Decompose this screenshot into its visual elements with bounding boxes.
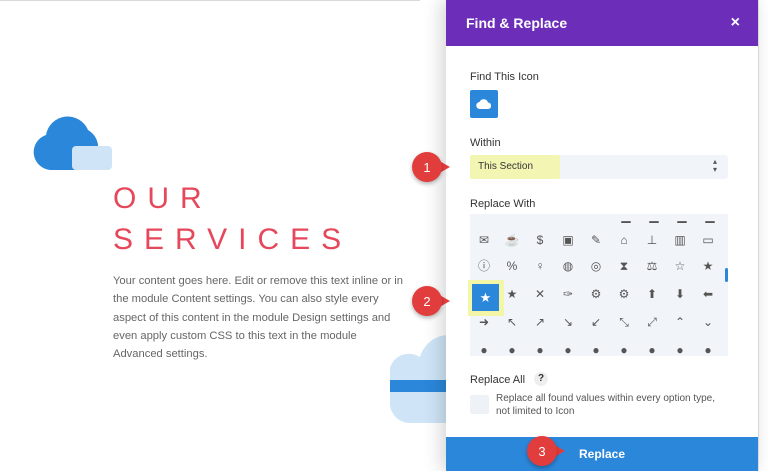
within-label: Within xyxy=(470,137,501,149)
gears-icon[interactable]: ⚙ xyxy=(616,286,632,302)
gear-icon[interactable]: ⚙ xyxy=(588,286,604,302)
icon-grid-row: ★ ✕ ✑ ⚙ ⚙ ⬆ ⬇ ⬅ xyxy=(470,286,728,310)
find-icon-picker[interactable] xyxy=(470,90,498,118)
scales-icon[interactable]: ⚖ xyxy=(644,258,660,274)
chevron-right-circle-icon[interactable]: ● xyxy=(504,342,520,356)
bulb-icon[interactable]: ♀ xyxy=(532,258,548,274)
chevron-down-circle-icon[interactable]: ⌄ xyxy=(700,314,716,330)
partial-icon[interactable]: ▁ xyxy=(702,214,718,224)
callout-number: 3 xyxy=(527,436,557,466)
chevron-left-circle-icon[interactable]: ● xyxy=(476,342,492,356)
tools-icon[interactable]: ✕ xyxy=(532,286,548,302)
chevron-up-left-icon[interactable]: ● xyxy=(532,342,548,356)
star-icon[interactable]: ★ xyxy=(472,284,499,311)
modal-title: Find & Replace xyxy=(466,15,568,31)
dollar-circle-icon[interactable]: $ xyxy=(532,232,548,248)
replace-with-label: Replace With xyxy=(470,198,536,210)
arrow-down-left-circle-icon[interactable]: ↙ xyxy=(588,314,604,330)
target-icon[interactable]: ◎ xyxy=(588,258,604,274)
modal-header: Find & Replace × xyxy=(446,0,758,46)
replace-button-label: Replace xyxy=(578,447,626,461)
hourglass-icon[interactable]: ⧗ xyxy=(616,258,632,274)
arrow-up-right-circle-icon[interactable]: ↗ xyxy=(532,314,548,330)
wrench-icon[interactable]: ✑ xyxy=(560,286,576,302)
within-select-value: This Section xyxy=(478,161,534,172)
icon-grid-row: ✉ ☕ $ ▣ ✎ ⌂ ⊥ ▥ ▭ xyxy=(470,232,728,256)
replace-all-description: Replace all found values within every op… xyxy=(496,393,716,417)
arrow-up-left-circle-icon[interactable]: ↖ xyxy=(504,314,520,330)
chevrons-icon[interactable]: ● xyxy=(588,342,604,356)
replace-all-checkbox[interactable] xyxy=(470,395,489,414)
arrow-left-circle-icon[interactable]: ⬅ xyxy=(700,286,716,302)
find-replace-modal: Find & Replace × Find This Icon Within T… xyxy=(446,0,758,471)
star-outline-icon[interactable]: ☆ xyxy=(672,258,688,274)
chevron-up-right-icon[interactable]: ● xyxy=(560,342,576,356)
icon-grid-scrollbar[interactable] xyxy=(725,268,728,282)
body-text: Your content goes here. Edit or remove t… xyxy=(113,275,403,361)
help-icon[interactable]: ? xyxy=(534,372,548,386)
arrow-up-circle-icon[interactable]: ⬆ xyxy=(644,286,660,302)
briefcase-icon[interactable]: ▭ xyxy=(700,232,716,248)
org-chart-icon[interactable]: ⊥ xyxy=(644,232,660,248)
replace-button[interactable]: Replace xyxy=(446,437,758,471)
partial-icon[interactable]: ▁ xyxy=(618,214,634,224)
icon-grid[interactable]: ▁ ▁ ▁ ▁ ✉ ☕ $ ▣ ✎ ⌂ ⊥ ▥ ▭ ⓘ % ♀ ◍ ◎ ⧗ ⚖ … xyxy=(470,214,728,356)
icon-grid-row: ➜ ↖ ↗ ↘ ↙ ⤡ ⤢ ⌃ ⌄ xyxy=(470,314,728,338)
right-divider xyxy=(758,0,759,471)
chevrons-alt-icon[interactable]: ● xyxy=(616,342,632,356)
find-icon-label: Find This Icon xyxy=(470,71,539,83)
icon-grid-row: ● ● ● ● ● ● ● ● ● xyxy=(470,342,728,356)
star-half-icon[interactable]: ★ xyxy=(700,258,716,274)
top-divider xyxy=(0,0,420,1)
close-icon[interactable]: × xyxy=(731,15,740,31)
collapse-icon[interactable]: ⤡ xyxy=(616,314,632,330)
page-heading-line2: SERVICES xyxy=(113,223,353,256)
expand-icon[interactable]: ⤢ xyxy=(644,314,660,330)
select-arrows-icon: ▴ ▾ xyxy=(713,157,718,174)
wallet-icon[interactable]: ▣ xyxy=(560,232,576,248)
partial-icon[interactable]: ▁ xyxy=(674,214,690,224)
globe-icon[interactable]: ◍ xyxy=(560,258,576,274)
page: OUR SERVICES Your content goes here. Edi… xyxy=(0,0,768,471)
percent-circle-icon[interactable]: % xyxy=(504,258,520,274)
mug-icon[interactable]: ☕ xyxy=(504,232,520,248)
pencils-icon[interactable]: ✎ xyxy=(588,232,604,248)
cloud-icon xyxy=(33,116,112,170)
star-half-filled-icon[interactable]: ★ xyxy=(504,286,520,302)
bar-chart-icon[interactable]: ▥ xyxy=(672,232,688,248)
cloud-icon xyxy=(476,99,492,110)
callout-3: 3 xyxy=(527,436,565,466)
arrow-down-circle-icon[interactable]: ⬇ xyxy=(672,286,688,302)
cloud-decoration-icon xyxy=(390,335,450,424)
page-heading-line1: OUR xyxy=(113,182,213,215)
callout-2: 2 xyxy=(412,286,450,316)
partial-icon[interactable]: ▁ xyxy=(646,214,662,224)
callout-1: 1 xyxy=(412,152,450,182)
chevron-up-circle-icon[interactable]: ⌃ xyxy=(672,314,688,330)
callout-number: 2 xyxy=(412,286,442,316)
arrow-down-right-circle-icon[interactable]: ↘ xyxy=(560,314,576,330)
presentation-icon[interactable]: ⌂ xyxy=(616,232,632,248)
envelope-icon[interactable]: ✉ xyxy=(476,232,492,248)
triangle-left-icon[interactable]: ● xyxy=(700,342,716,356)
replace-all-label: Replace All xyxy=(470,374,526,386)
callout-number: 1 xyxy=(412,152,442,182)
triangle-up-icon[interactable]: ● xyxy=(644,342,660,356)
icon-grid-row: ▁ ▁ ▁ ▁ xyxy=(470,214,728,232)
triangle-down-icon[interactable]: ● xyxy=(672,342,688,356)
icon-grid-row: ⓘ % ♀ ◍ ◎ ⧗ ⚖ ☆ ★ xyxy=(470,258,728,282)
arrow-right-circle-icon[interactable]: ➜ xyxy=(476,314,492,330)
alert-circle-icon[interactable]: ⓘ xyxy=(476,258,492,274)
